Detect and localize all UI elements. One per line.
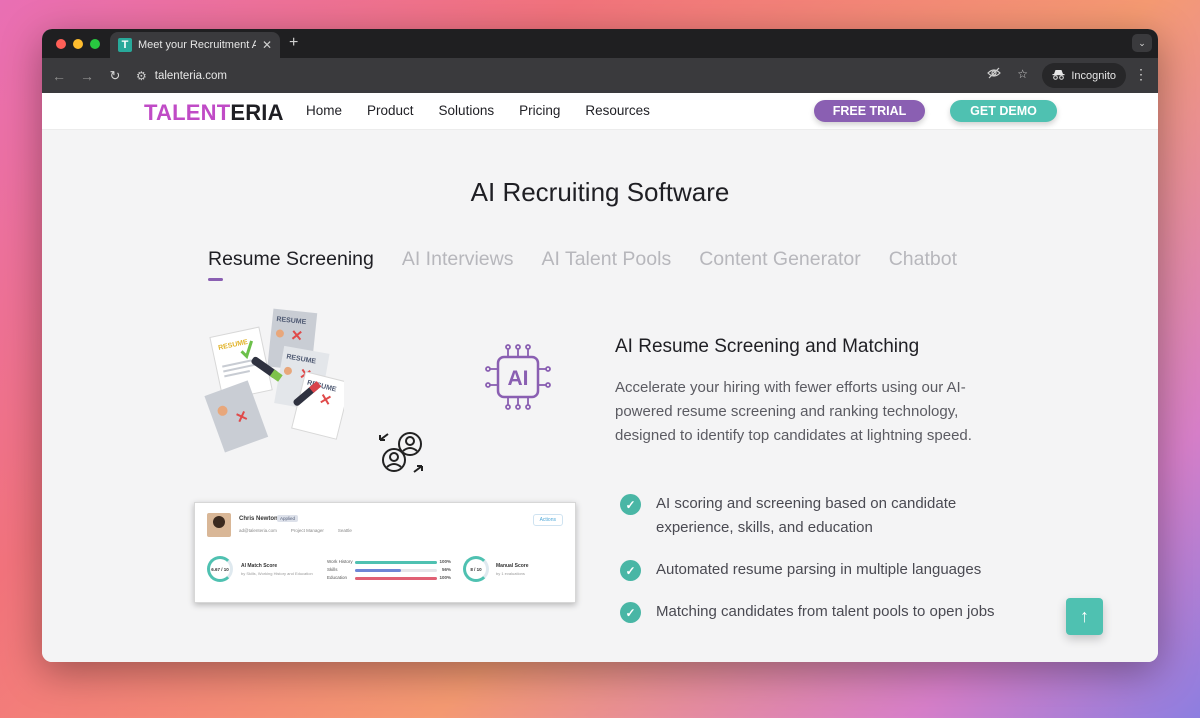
bar-fill	[355, 561, 437, 564]
close-tab-icon[interactable]: ✕	[262, 38, 272, 52]
candidate-location: Seattle	[337, 528, 352, 533]
bar-work-history: Work History 100%	[327, 559, 451, 566]
candidate-card: Chris Newton Applied ad@talenteria.com P…	[194, 502, 576, 603]
tab-title: Meet your Recruitment AI Co	[138, 39, 256, 51]
logo-part-1: TALENT	[144, 100, 231, 125]
candidate-role: Project Manager	[290, 528, 324, 533]
bar-pct: 100%	[439, 559, 451, 564]
ai-match-score-subtitle: by Skills, Working History and Education	[241, 571, 313, 576]
maximize-window-button[interactable]	[90, 39, 100, 49]
bar-label: Education	[327, 575, 348, 580]
browser-tab[interactable]: T Meet your Recruitment AI Co ✕	[110, 32, 280, 58]
site-logo[interactable]: TALENTERIA	[144, 100, 284, 126]
list-item: ✓ AI scoring and screening based on cand…	[620, 492, 1000, 540]
bullet-text: AI scoring and screening based on candid…	[656, 495, 957, 536]
bar-pct: 56%	[441, 567, 451, 572]
ai-match-score-title: AI Match Score	[241, 563, 278, 569]
manual-score-ring: 8 / 10	[463, 556, 489, 582]
close-window-button[interactable]	[56, 39, 66, 49]
check-icon: ✓	[620, 560, 641, 581]
incognito-badge[interactable]: Incognito	[1042, 63, 1126, 88]
feature-title: AI Resume Screening and Matching	[615, 336, 920, 357]
url-text: talenteria.com	[154, 69, 227, 82]
feature-tabs: Resume Screening AI Interviews AI Talent…	[208, 248, 957, 281]
scroll-to-top-button[interactable]: ↑	[1066, 598, 1103, 635]
nav-pricing[interactable]: Pricing	[519, 103, 560, 118]
feature-bullets: ✓ AI scoring and screening based on cand…	[620, 492, 1000, 624]
reload-button[interactable]: ↻	[102, 68, 128, 84]
bullet-text: Matching candidates from talent pools to…	[656, 603, 995, 620]
arrow-up-icon: ↑	[1080, 606, 1089, 626]
window-controls	[56, 39, 100, 49]
tab-search-chevron-icon[interactable]: ⌄	[1132, 34, 1152, 52]
address-bar[interactable]: ⚙ talenteria.com	[128, 62, 1038, 89]
feature-description: Accelerate your hiring with fewer effort…	[615, 379, 972, 444]
bar-skills: Skills 56%	[327, 567, 451, 574]
candidate-avatar	[207, 513, 231, 537]
bar-label: Work History	[327, 559, 353, 564]
bar-fill	[355, 577, 437, 580]
new-tab-button[interactable]: +	[289, 34, 298, 52]
site-header: TALENTERIA Home Product Solutions Pricin…	[42, 93, 1158, 130]
browser-toolbar: ← → ↻ ⚙ talenteria.com ☆ Incognito ⋮	[42, 58, 1158, 93]
browser-window: T Meet your Recruitment AI Co ✕ + ⌄ ← → …	[42, 29, 1158, 662]
ai-match-score-ring: 6.67 / 10	[207, 556, 233, 582]
ai-chip-label: AI	[508, 367, 529, 390]
check-icon: ✓	[620, 494, 641, 515]
candidate-name: Chris Newton	[239, 516, 278, 522]
nav-home[interactable]: Home	[306, 103, 342, 118]
resume-stack-illustration: RESUME RESUME RESUME RESUME	[204, 308, 344, 453]
tab-chatbot[interactable]: Chatbot	[889, 248, 957, 271]
nav-solutions[interactable]: Solutions	[439, 103, 495, 118]
bar-fill	[355, 569, 401, 572]
candidate-email: ad@talenteria.com	[239, 528, 277, 533]
logo-part-2: ERIA	[230, 100, 284, 125]
web-page: TALENTERIA Home Product Solutions Pricin…	[42, 93, 1158, 662]
nav-product[interactable]: Product	[367, 103, 414, 118]
minimize-window-button[interactable]	[73, 39, 83, 49]
site-info-icon[interactable]: ⚙	[136, 69, 147, 83]
favicon-icon: T	[118, 38, 132, 52]
tab-resume-screening[interactable]: Resume Screening	[208, 248, 374, 281]
tab-ai-interviews[interactable]: AI Interviews	[402, 248, 514, 271]
section-title: AI Recruiting Software	[470, 177, 730, 207]
eye-off-icon[interactable]	[987, 67, 1002, 82]
status-badge: Applied	[277, 515, 299, 522]
list-item: ✓ Automated resume parsing in multiple l…	[620, 558, 1000, 582]
list-item: ✓ Matching candidates from talent pools …	[620, 600, 1000, 624]
actions-dropdown[interactable]: Actions	[532, 514, 563, 526]
free-trial-button[interactable]: FREE TRIAL	[814, 100, 925, 122]
bar-education: Education 100%	[327, 575, 451, 582]
tab-ai-talent-pools[interactable]: AI Talent Pools	[541, 248, 671, 271]
bookmark-star-icon[interactable]: ☆	[1017, 67, 1028, 82]
nav-resources[interactable]: Resources	[585, 103, 650, 118]
browser-menu-icon[interactable]: ⋮	[1134, 66, 1148, 83]
bullet-text: Automated resume parsing in multiple lan…	[656, 561, 982, 578]
tab-strip: T Meet your Recruitment AI Co ✕ + ⌄	[42, 29, 1158, 58]
manual-score-title: Manual Score	[496, 563, 529, 569]
candidate-matching-icon	[379, 432, 423, 473]
incognito-icon	[1052, 69, 1065, 83]
ai-chip-icon: AI	[485, 344, 551, 410]
manual-score-subtitle: by 1 evaluations	[496, 571, 525, 576]
back-button[interactable]: ←	[46, 68, 72, 84]
bar-pct: 100%	[439, 575, 451, 580]
site-menu: Home Product Solutions Pricing Resources	[306, 103, 650, 118]
forward-button[interactable]: →	[74, 68, 100, 84]
get-demo-button[interactable]: GET DEMO	[950, 100, 1057, 122]
check-icon: ✓	[620, 602, 641, 623]
incognito-label: Incognito	[1071, 69, 1116, 82]
tab-content-generator[interactable]: Content Generator	[699, 248, 861, 271]
bar-label: Skills	[327, 567, 338, 572]
